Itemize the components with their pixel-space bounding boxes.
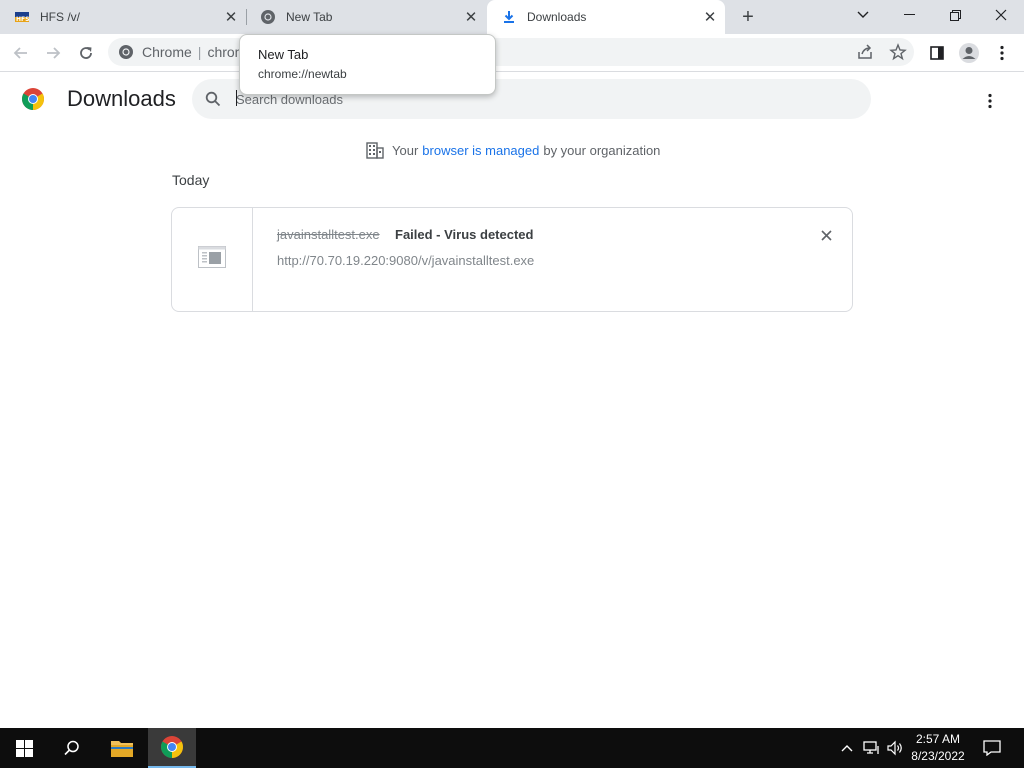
bookmark-star-icon[interactable] — [889, 43, 907, 66]
chrome-icon — [260, 9, 276, 25]
more-actions-button[interactable] — [978, 89, 1002, 113]
chrome-logo-icon — [21, 87, 45, 111]
side-panel-button[interactable] — [923, 39, 951, 67]
tab-search-chevron-icon[interactable] — [840, 0, 886, 30]
downloads-header: Downloads — [0, 73, 1024, 127]
reload-button[interactable] — [72, 39, 100, 67]
new-tab-button[interactable]: + — [736, 5, 760, 29]
chrome-taskbar-icon[interactable] — [148, 728, 196, 768]
browser-window: HFS HFS /v/ ✕ New Tab ✕ Downloads ✕ + Ch… — [0, 0, 1024, 768]
download-status: Failed - Virus detected — [395, 227, 534, 242]
taskbar: 2:57 AM 8/23/2022 — [0, 728, 1024, 768]
text-cursor — [236, 90, 237, 106]
hover-card-url: chrome://newtab — [258, 67, 347, 81]
close-window-button[interactable] — [978, 0, 1024, 30]
clock-time: 2:57 AM — [915, 732, 961, 746]
download-url[interactable]: http://70.70.19.220:9080/v/javainstallte… — [277, 253, 534, 268]
managed-suffix: by your organization — [543, 142, 661, 158]
chrome-icon — [118, 44, 134, 65]
profile-avatar[interactable] — [955, 39, 983, 67]
remove-from-list-button[interactable] — [816, 225, 836, 245]
tab-title: New Tab — [286, 10, 333, 24]
building-icon — [366, 141, 384, 159]
date-section-label: Today — [172, 172, 210, 188]
download-icon — [501, 9, 517, 25]
taskbar-clock[interactable]: 2:57 AM 8/23/2022 — [902, 731, 974, 765]
share-icon[interactable] — [856, 43, 874, 66]
page-title: Downloads — [67, 86, 176, 111]
hfs-icon: HFS — [14, 9, 30, 25]
browser-menu-button[interactable] — [988, 39, 1016, 67]
tab-title: HFS /v/ — [40, 10, 81, 24]
site-label: Chrome — [142, 44, 192, 60]
address-text: Chrome | chrom — [142, 44, 247, 60]
restore-button[interactable] — [932, 0, 978, 30]
notifications-icon[interactable] — [978, 728, 1006, 768]
search-icon[interactable] — [48, 728, 96, 768]
toolbar: Chrome | chrom — [0, 34, 1024, 72]
tab-strip: HFS HFS /v/ ✕ New Tab ✕ Downloads ✕ + — [0, 0, 1024, 34]
back-button[interactable] — [7, 39, 35, 67]
tab-downloads[interactable]: Downloads ✕ — [487, 0, 725, 34]
svg-text:HFS: HFS — [16, 16, 29, 23]
file-icon-column — [172, 208, 253, 311]
clock-date: 8/23/2022 — [911, 749, 965, 763]
download-item: javainstalltest.exe Failed - Virus detec… — [171, 207, 853, 312]
address-bar[interactable]: Chrome | chrom — [108, 38, 914, 66]
close-tab-icon[interactable]: ✕ — [462, 8, 480, 26]
download-filename: javainstalltest.exe — [277, 227, 380, 242]
forward-button[interactable] — [39, 39, 67, 67]
hover-card-title: New Tab — [258, 47, 309, 62]
tab-hfs[interactable]: HFS HFS /v/ ✕ — [0, 0, 246, 34]
close-tab-icon[interactable]: ✕ — [701, 8, 719, 26]
tab-hover-card: New Tab chrome://newtab — [239, 34, 496, 95]
network-icon[interactable] — [860, 728, 884, 768]
file-icon — [198, 246, 226, 273]
minimize-button[interactable] — [886, 0, 932, 30]
managed-link[interactable]: browser is managed — [422, 143, 539, 158]
show-hidden-icons-chevron-icon[interactable] — [838, 728, 856, 768]
start-button[interactable] — [0, 728, 48, 768]
search-icon — [204, 90, 222, 108]
tab-title: Downloads — [527, 10, 587, 24]
file-explorer-icon[interactable] — [98, 728, 146, 768]
tab-new-tab[interactable]: New Tab ✕ — [246, 0, 486, 34]
managed-notice: Your browser is managed by your organiza… — [366, 140, 660, 160]
managed-prefix: Your — [392, 142, 419, 158]
close-tab-icon[interactable]: ✕ — [222, 8, 240, 26]
